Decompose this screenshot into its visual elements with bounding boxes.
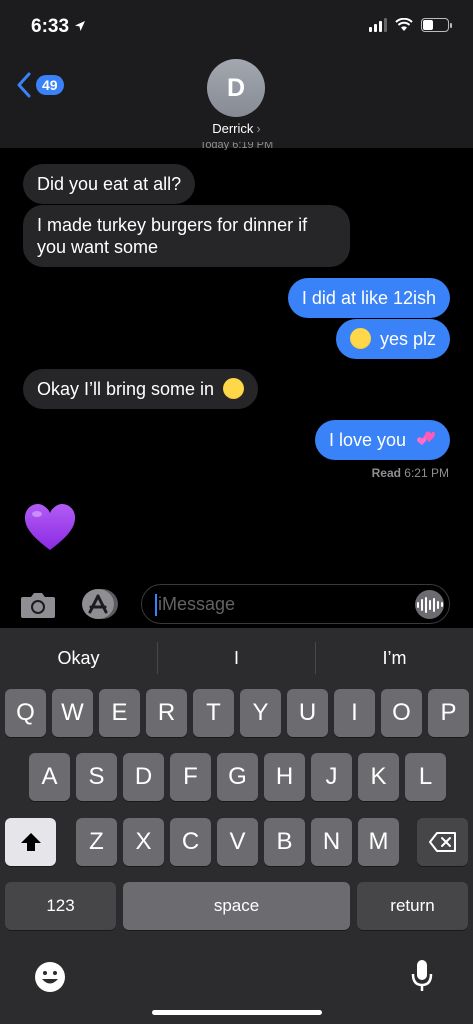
message-text: I made turkey burgers for dinner if you … <box>37 215 308 257</box>
return-key[interactable]: return <box>357 882 468 930</box>
message-text: I love you <box>328 430 406 450</box>
key-i[interactable]: I <box>334 689 375 737</box>
pleading-face-emoji <box>349 328 371 349</box>
numbers-key[interactable]: 123 <box>5 882 116 930</box>
delete-key[interactable] <box>417 818 468 866</box>
key-t[interactable]: T <box>193 689 234 737</box>
backspace-icon <box>428 832 456 852</box>
app-store-icon[interactable] <box>80 587 120 621</box>
home-indicator[interactable] <box>152 1010 322 1015</box>
prediction-2[interactable]: I <box>158 642 315 674</box>
key-d[interactable]: D <box>123 753 164 801</box>
text-cursor <box>155 594 157 616</box>
purple-heart-emoji-message[interactable] <box>22 500 78 554</box>
chevron-right-icon: › <box>256 121 261 136</box>
key-m[interactable]: M <box>358 818 399 866</box>
key-k[interactable]: K <box>358 753 399 801</box>
key-j[interactable]: J <box>311 753 352 801</box>
message-text: yes plz <box>379 329 436 349</box>
status-icons <box>369 18 452 32</box>
read-time: 6:21 PM <box>404 466 449 480</box>
shift-key[interactable] <box>5 818 56 866</box>
message-bubble-outgoing[interactable]: yes plz <box>335 319 450 359</box>
shift-arrow-icon <box>20 833 41 851</box>
chevron-left-icon <box>17 72 31 98</box>
key-r[interactable]: R <box>146 689 187 737</box>
key-h[interactable]: H <box>264 753 305 801</box>
contact-name[interactable]: Derrick › <box>0 121 473 136</box>
smiling-face-emoji <box>223 378 245 399</box>
prediction-3[interactable]: I’m <box>316 642 473 674</box>
audio-message-icon[interactable] <box>415 590 444 619</box>
location-arrow-icon <box>75 21 86 31</box>
key-v[interactable]: V <box>217 818 258 866</box>
camera-icon[interactable] <box>19 591 57 619</box>
two-hearts-emoji <box>417 431 435 445</box>
key-w[interactable]: W <box>52 689 93 737</box>
message-text: Okay I’ll bring some in <box>37 379 215 399</box>
key-e[interactable]: E <box>99 689 140 737</box>
key-u[interactable]: U <box>287 689 328 737</box>
conversation-timestamp: Today 6:19 PM <box>199 142 274 150</box>
emoji-icon[interactable] <box>33 960 67 994</box>
message-bubble-incoming[interactable]: I made turkey burgers for dinner if you … <box>23 205 350 267</box>
cellular-signal-icon <box>369 18 387 32</box>
conversation-header: 6:33 49 D Derrick › <box>0 0 473 148</box>
predictive-bar: Okay I I’m <box>0 642 473 674</box>
key-f[interactable]: F <box>170 753 211 801</box>
battery-icon <box>421 18 452 32</box>
key-l[interactable]: L <box>405 753 446 801</box>
key-n[interactable]: N <box>311 818 352 866</box>
message-bubble-incoming[interactable]: Okay I’ll bring some in <box>23 369 259 409</box>
prediction-1[interactable]: Okay <box>0 642 157 674</box>
status-time: 6:33 <box>31 16 86 38</box>
message-bubble-incoming[interactable]: Did you eat at all? <box>23 164 196 204</box>
back-button[interactable]: 49 <box>16 72 64 98</box>
key-y[interactable]: Y <box>240 689 281 737</box>
contact-name-label: Derrick <box>212 121 254 136</box>
unread-count-badge: 49 <box>36 75 64 95</box>
key-g[interactable]: G <box>217 753 258 801</box>
wifi-icon <box>395 18 413 31</box>
imessage-input[interactable]: iMessage <box>141 584 450 624</box>
message-text: I did at like 12ish <box>301 288 436 308</box>
space-key[interactable]: space <box>123 882 350 930</box>
dictation-mic-icon[interactable] <box>410 958 434 994</box>
key-b[interactable]: B <box>264 818 305 866</box>
key-a[interactable]: A <box>29 753 70 801</box>
key-s[interactable]: S <box>76 753 117 801</box>
key-x[interactable]: X <box>123 818 164 866</box>
key-z[interactable]: Z <box>76 818 117 866</box>
key-q[interactable]: Q <box>5 689 46 737</box>
message-text: Did you eat at all? <box>37 174 182 194</box>
key-o[interactable]: O <box>381 689 422 737</box>
key-c[interactable]: C <box>170 818 211 866</box>
read-receipt: Read 6:21 PM <box>372 466 449 480</box>
read-label: Read <box>371 466 401 480</box>
contact-avatar[interactable]: D <box>207 59 265 117</box>
input-placeholder: iMessage <box>158 594 236 614</box>
message-bubble-outgoing[interactable]: I love you <box>314 420 450 460</box>
key-p[interactable]: P <box>428 689 469 737</box>
message-bubble-outgoing[interactable]: I did at like 12ish <box>287 278 450 318</box>
